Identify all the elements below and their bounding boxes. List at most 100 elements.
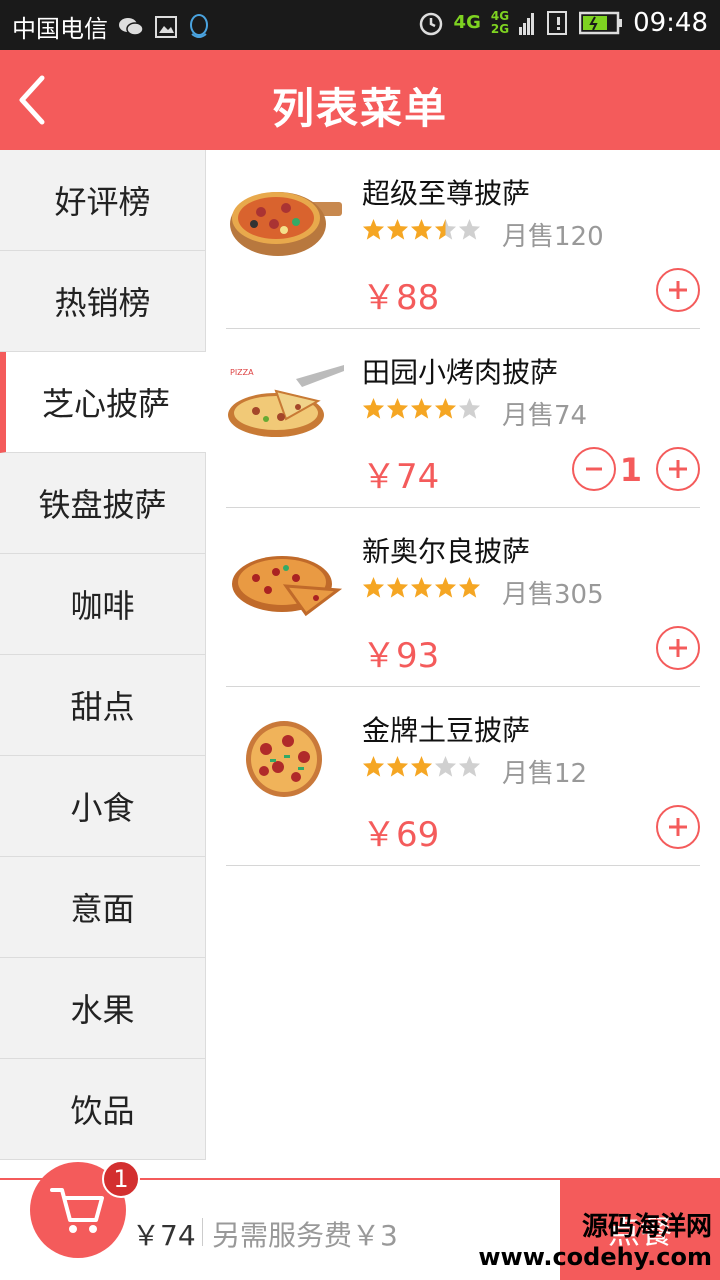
sidebar-item-label: 咖啡 <box>70 587 135 625</box>
minus-icon <box>586 467 602 471</box>
rating-stars <box>362 397 481 420</box>
service-fee-label: 另需服务费￥3 <box>212 1219 398 1252</box>
status-bar: 中国电信 4G 4G 2G 09:48 <box>0 0 720 50</box>
product-list: 超级至尊披萨 月售120 ￥88 PIZZA 田园小烤肉披萨 月售74 ￥74 … <box>226 150 700 866</box>
sidebar-item-pasta[interactable]: 意面 <box>0 857 205 958</box>
sidebar-item-label: 芝心披萨 <box>41 385 170 423</box>
star-filled-icon <box>434 397 457 419</box>
star-filled-icon <box>410 397 433 419</box>
sidebar-item-snacks[interactable]: 小食 <box>0 756 205 857</box>
cart-bar: 1 ￥74 另需服务费￥3 点餐 源码海洋网 www.codehy.com <box>0 1160 720 1280</box>
pizza-image: PIZZA <box>228 365 344 437</box>
star-empty-icon <box>458 397 481 419</box>
product-name: 新奥尔良披萨 <box>362 535 531 568</box>
cart-count-badge: 1 <box>102 1160 140 1198</box>
sidebar-item-fruit[interactable]: 水果 <box>0 958 205 1059</box>
pizza-image <box>230 192 342 256</box>
plus-icon <box>669 460 687 478</box>
sidebar-item-label: 意面 <box>70 890 135 928</box>
product-name: 金牌土豆披萨 <box>362 714 531 747</box>
pizza-image <box>246 721 322 797</box>
watermark: 源码海洋网 www.codehy.com <box>478 1212 712 1272</box>
sidebar-item-label: 水果 <box>70 991 135 1029</box>
sidebar-item-label: 小食 <box>70 789 135 827</box>
category-sidebar: 好评榜 热销榜 芝心披萨 铁盘披萨 咖啡 甜点 小食 意面 水果 饮品 <box>0 150 206 1160</box>
monthly-sales: 月售12 <box>502 759 588 789</box>
rating-stars <box>362 755 481 778</box>
cart-icon <box>50 1188 104 1233</box>
star-filled-icon <box>362 755 385 777</box>
star-filled-icon <box>386 755 409 777</box>
star-filled-icon <box>410 218 433 240</box>
sidebar-item-coffee[interactable]: 咖啡 <box>0 554 205 655</box>
list-item[interactable]: 金牌土豆披萨 月售12 ￥69 <box>226 687 700 866</box>
plus-icon <box>669 281 687 299</box>
star-half-icon <box>434 218 457 240</box>
remove-button[interactable] <box>572 447 616 491</box>
watermark-url: www.codehy.com <box>478 1243 712 1271</box>
add-button[interactable] <box>656 805 700 849</box>
title-bar: 列表菜单 <box>0 50 720 150</box>
sidebar-item-label: 饮品 <box>70 1092 135 1130</box>
add-button[interactable] <box>656 447 700 491</box>
product-price: ￥74 <box>362 457 440 497</box>
sidebar-item-label: 铁盘披萨 <box>38 486 167 524</box>
sidebar-item-cheese-crust-pizza[interactable]: 芝心披萨 <box>0 352 206 453</box>
monthly-sales: 月售120 <box>502 222 604 252</box>
battery-icon <box>579 11 623 35</box>
pizza-image <box>232 556 343 617</box>
star-filled-icon <box>362 397 385 419</box>
sim-icon <box>545 10 569 36</box>
plus-icon <box>669 639 687 657</box>
add-button[interactable] <box>656 626 700 670</box>
star-filled-icon <box>386 218 409 240</box>
sidebar-item-pan-pizza[interactable]: 铁盘披萨 <box>0 453 205 554</box>
star-empty-icon <box>458 755 481 777</box>
clock-label: 09:48 <box>633 8 708 38</box>
quantity-value: 1 <box>619 451 642 489</box>
star-empty-icon <box>434 755 457 777</box>
sidebar-item-label: 甜点 <box>70 688 135 726</box>
page-title: 列表菜单 <box>271 84 448 133</box>
monthly-sales: 月售305 <box>502 580 604 610</box>
list-item[interactable]: 新奥尔良披萨 月售305 ￥93 <box>226 508 700 687</box>
sidebar-item-best-selling[interactable]: 热销榜 <box>0 251 205 352</box>
star-filled-icon <box>410 576 433 598</box>
product-name: 田园小烤肉披萨 <box>362 356 559 389</box>
monthly-sales: 月售74 <box>502 401 588 431</box>
network-4g-label: 4G <box>453 12 481 33</box>
wechat-icon <box>118 16 144 38</box>
rating-stars <box>362 576 481 599</box>
list-item[interactable]: 超级至尊披萨 月售120 ￥88 <box>226 150 700 329</box>
rating-stars <box>362 218 481 241</box>
star-filled-icon <box>362 576 385 598</box>
qq-icon <box>188 13 210 40</box>
carrier-label: 中国电信 <box>12 15 108 43</box>
add-button[interactable] <box>656 268 700 312</box>
product-name: 超级至尊披萨 <box>362 177 531 210</box>
star-filled-icon <box>386 576 409 598</box>
product-price: ￥88 <box>362 278 440 318</box>
alarm-icon <box>418 10 444 36</box>
image-icon <box>154 15 178 39</box>
watermark-name: 源码海洋网 <box>581 1212 712 1242</box>
cart-total: ￥74 <box>132 1219 196 1252</box>
product-price: ￥93 <box>362 636 440 676</box>
star-empty-icon <box>458 218 481 240</box>
sidebar-item-top-rated[interactable]: 好评榜 <box>0 150 205 251</box>
sidebar-item-dessert[interactable]: 甜点 <box>0 655 205 756</box>
star-filled-icon <box>362 218 385 240</box>
sidebar-item-label: 热销榜 <box>54 284 151 322</box>
signal-icon <box>519 11 535 35</box>
star-filled-icon <box>458 576 481 598</box>
plus-icon <box>669 818 687 836</box>
star-filled-icon <box>410 755 433 777</box>
network-stack: 4G 2G <box>490 9 510 36</box>
product-price: ￥69 <box>362 815 440 855</box>
star-filled-icon <box>434 576 457 598</box>
list-item[interactable]: PIZZA 田园小烤肉披萨 月售74 ￥74 1 <box>226 329 700 508</box>
sidebar-item-drinks[interactable]: 饮品 <box>0 1059 205 1160</box>
svg-text:PIZZA: PIZZA <box>230 368 254 377</box>
sidebar-item-label: 好评榜 <box>54 183 151 221</box>
divider <box>202 1218 203 1246</box>
